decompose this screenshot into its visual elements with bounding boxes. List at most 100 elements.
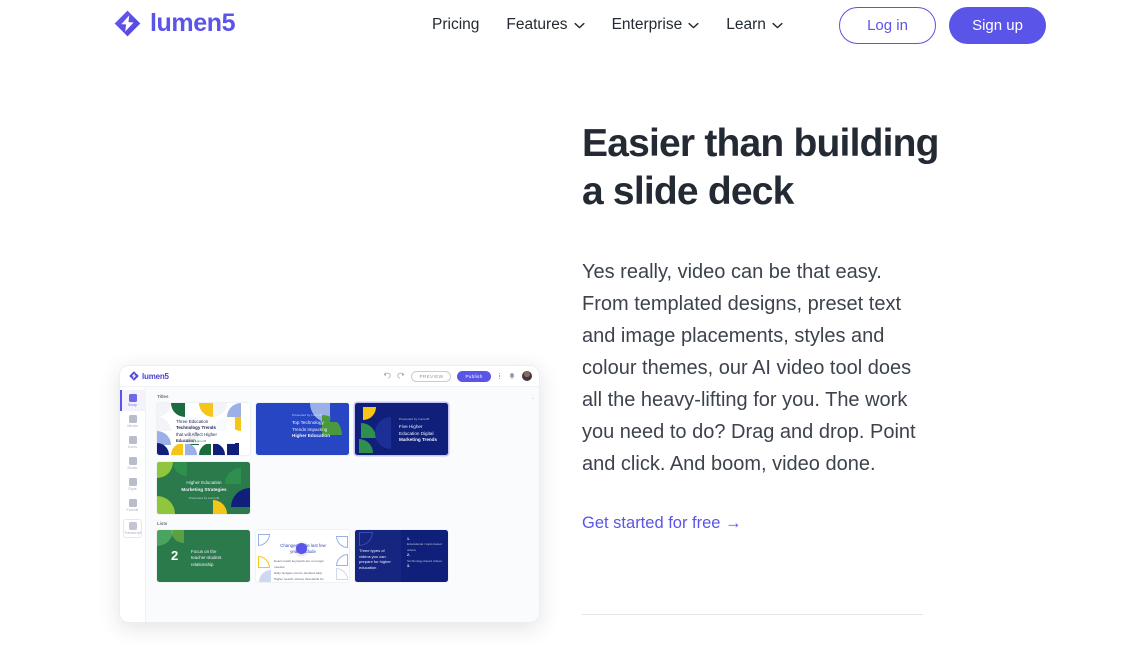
lumen5-diamond-bolt-icon [114,10,141,37]
nav-item-learn[interactable]: Learn [726,16,783,34]
slide-list4-num1: 1. [407,537,410,541]
hero-copy-column: Easier than building a slide deck Yes re… [582,120,962,533]
slide2-credit: Presented by Lumen5 [292,413,323,417]
sidebar-item-media[interactable]: Media [120,411,145,432]
slide4-line1: Higher Education [186,480,222,485]
mockup-sidebar: Story Media Icons Music Style Format Tra… [120,387,146,622]
slide-list1-line2: teacher-student [191,555,222,561]
transcript-icon [128,522,137,530]
top-navigation-bar: lumen5 Pricing Features Enterprise Learn… [0,0,1136,50]
slide2-line1: Top Technology [292,420,324,425]
section-divider [582,614,923,615]
format-icon [128,499,137,507]
slide-list3-line4: education [359,565,377,571]
chevron-down-icon [772,22,783,28]
slide1-line3: that will Affect Higher [176,431,217,437]
slide-list4-desc1: Educational / topic-based videos [407,542,442,552]
slide-list4-num2: 2. [407,553,410,558]
sidebar-item-music[interactable]: Music [120,453,145,474]
slide1-credit: Presented by Lumen5 [176,439,207,443]
mockup-brand-logo: lumen5 [129,371,169,381]
sidebar-item-transcript-label: Transcript [124,531,141,535]
sidebar-item-transcript[interactable]: Transcript [123,519,142,538]
slide1-line2: Technology Trends [176,425,216,431]
nav-item-learn-label: Learn [726,16,766,33]
mockup-brand-wordmark: lumen5 [142,371,169,381]
slide3-line1: Five Higher [399,424,423,429]
mockup-body: Story Media Icons Music Style Format Tra… [120,387,539,622]
scroll-indicator-icon[interactable]: ⌄ [531,395,535,401]
slide-list4-desc2: Technology-based videos [407,558,442,563]
brand-logo[interactable]: lumen5 [114,9,236,38]
slide-card-list-2[interactable]: Changes in the last few years include Ex… [256,530,349,582]
slide-card-title-2[interactable]: Presented by Lumen5 Top Technology Trend… [256,403,349,455]
get-started-link[interactable]: Get started for free → [582,514,742,533]
page-title: Easier than building a slide deck [582,120,962,216]
section-label-titles: Titles [157,394,169,399]
chevron-down-icon [688,22,699,28]
sidebar-item-story[interactable]: Story [120,390,145,411]
slide-list2-bullet1: Exact match keywords are no longer neede… [274,559,325,569]
media-icon [128,415,137,423]
nav-actions: Log in Sign up [839,7,1046,44]
slide-list3-line2: videos you can [359,553,386,559]
headline-line-1: Easier than building [582,122,940,165]
titles-row: Three Education Technology Trends that w… [157,403,531,455]
hero-body-text: Yes really, video can be that easy. From… [582,261,916,475]
icons-icon [128,436,137,444]
slide-list4-num3: 3. [407,563,410,568]
slide3-line2: Education Digital [399,430,434,436]
slide-card-list-3[interactable]: Three types of videos you can prepare fo… [355,530,448,582]
lists-row: 2 Focus on the teacher-student relations… [157,530,531,582]
nav-item-features-label: Features [506,16,568,33]
slide3-line3: Marketing Trends [399,437,438,443]
music-note-icon [128,457,137,465]
slide-list1-line1: Focus on the [191,549,217,554]
slide4-credit: Presented by Lumen5 [188,496,220,500]
notification-bell-icon[interactable] [508,372,516,380]
sidebar-item-style-label: Style [128,487,137,491]
slide1-line1: Three Education [176,419,209,424]
sidebar-item-icons[interactable]: Icons [120,432,145,453]
slide-list1-line3: relationship [191,561,214,567]
cursor-pointer-dot [296,543,307,554]
chevron-down-icon [573,22,585,28]
slide-list3-line1: Three types of [359,548,385,553]
story-icon [128,394,137,402]
redo-arrow-icon[interactable] [397,372,405,380]
nav-item-pricing[interactable]: Pricing [432,16,479,34]
titles-row-2: Higher Education Marketing Strategies Pr… [157,462,531,514]
sidebar-item-format[interactable]: Format [120,495,145,516]
publish-button[interactable]: Publish [457,370,491,382]
preview-button[interactable]: PREVIEW [411,370,452,382]
log-in-button[interactable]: Log in [839,7,936,44]
slide2-line2: Trends Impacting [292,426,328,432]
kebab-menu-icon[interactable] [497,372,502,380]
nav-item-features[interactable]: Features [506,16,585,34]
mockup-toolbar-actions: PREVIEW Publish [383,370,532,382]
sign-up-button[interactable]: Sign up [949,7,1046,44]
mockup-canvas: ⌄ Titles Three Education Technology Tren… [146,387,539,622]
nav-links: Pricing Features Enterprise Learn [432,0,783,50]
brand-wordmark: lumen5 [150,9,236,37]
slide2-line3: Higher Education [292,433,331,439]
sidebar-item-format-label: Format [126,508,139,512]
sidebar-item-style[interactable]: Style [120,474,145,495]
slide-card-title-1[interactable]: Three Education Technology Trends that w… [157,403,250,455]
slide-list3-line3: prepare for higher [359,559,391,565]
slide-card-list-1[interactable]: 2 Focus on the teacher-student relations… [157,530,250,582]
sidebar-item-icons-label: Icons [127,445,138,449]
user-avatar[interactable] [522,371,532,381]
slide4-line2: Marketing Strategies [181,486,227,492]
undo-arrow-icon[interactable] [383,372,392,380]
slide-list2-bullet2: Daily budgets can be doubled daily [274,570,322,575]
lumen5-diamond-bolt-icon [129,371,139,381]
slide3-credit: Presented by Lumen5 [399,417,430,421]
slide-card-title-4[interactable]: Higher Education Marketing Strategies Pr… [157,462,250,514]
slide-card-title-3[interactable]: Presented by Lumen5 Five Higher Educatio… [355,403,448,455]
nav-item-enterprise-label: Enterprise [611,16,683,33]
sidebar-item-story-label: Story [128,403,137,407]
style-icon [128,478,137,486]
nav-item-enterprise[interactable]: Enterprise [612,16,700,34]
slide-list2-bullet3: Higher search volume thresholds for keyw… [274,576,324,581]
